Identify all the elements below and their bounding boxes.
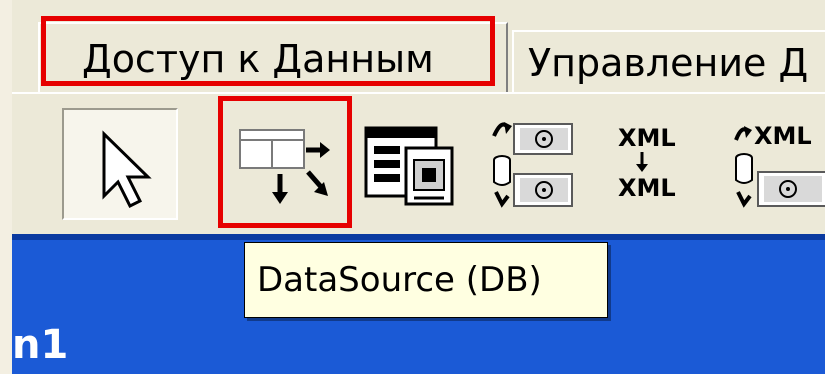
datasource-icon: [239, 129, 330, 204]
toolbox-tabstrip: Доступ к Данным Управление Д: [12, 0, 825, 94]
tab-data-management[interactable]: Управление Д: [512, 30, 825, 94]
data-form-icon: [364, 126, 454, 206]
database-cursor-icon: [492, 122, 573, 208]
xml-target-label: XML: [618, 174, 676, 202]
tab-data-management-label: Управление Д: [528, 41, 809, 85]
xml-database-icon: XML: [734, 122, 825, 208]
designer-title-fragment: n1: [12, 322, 69, 368]
datasource-tooltip: DataSource (DB): [244, 242, 608, 318]
tab-data-access-label: Доступ к Данным: [82, 37, 434, 81]
database-cursor-tool-button[interactable]: [482, 108, 594, 220]
window-frame-edge: [0, 0, 12, 374]
pointer-arrow-icon: [102, 130, 152, 209]
designer-top-edge: [12, 234, 825, 240]
data-access-toolbar: XML XML XML: [12, 92, 825, 236]
ide-window: Доступ к Данным Управление Д XML XML XML…: [12, 0, 825, 374]
xml-source-label: XML: [618, 124, 676, 152]
datasource-tool-button[interactable]: [222, 108, 334, 220]
xml-transform-icon: XML XML: [618, 124, 676, 202]
xml-database-tool-button[interactable]: XML: [728, 108, 825, 220]
data-form-tool-button[interactable]: [352, 108, 464, 220]
xml-db-label: XML: [754, 122, 812, 150]
xml-transform-tool-button[interactable]: XML XML: [608, 108, 720, 220]
pointer-tool-button[interactable]: [62, 108, 178, 220]
tab-data-access[interactable]: Доступ к Данным: [38, 22, 508, 94]
